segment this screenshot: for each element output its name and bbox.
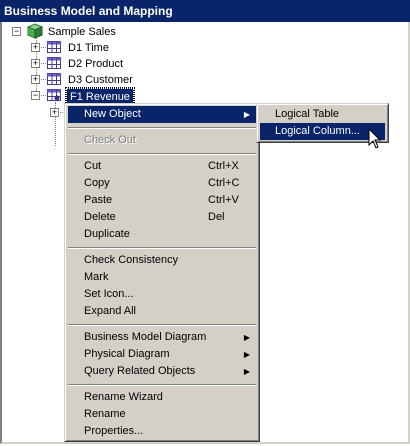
menu-item-copy[interactable]: Copy Ctrl+C: [68, 175, 256, 192]
menu-item-logical-column[interactable]: Logical Column...: [260, 123, 385, 140]
menu-item-label: Copy: [84, 177, 110, 189]
menu-item-check-consistency[interactable]: Check Consistency: [68, 252, 256, 269]
menu-item-label: Business Model Diagram: [84, 331, 207, 343]
menu-item-rename[interactable]: Rename: [68, 406, 256, 423]
mouse-cursor-icon: [368, 128, 382, 149]
table-icon: [47, 41, 61, 53]
menu-shortcut: Del: [208, 211, 225, 223]
tree-item-d2-product[interactable]: D2 Product: [68, 56, 123, 72]
tree-item-d1-time[interactable]: D1 Time: [68, 40, 109, 56]
menu-item-new-object[interactable]: New Object ▶: [68, 106, 256, 123]
menu-item-set-icon[interactable]: Set Icon...: [68, 286, 256, 303]
menu-item-cut[interactable]: Cut Ctrl+X: [68, 158, 256, 175]
menu-item-duplicate[interactable]: Duplicate: [68, 226, 256, 243]
menu-item-rename-wizard[interactable]: Rename Wizard: [68, 389, 256, 406]
menu-item-properties[interactable]: Properties...: [68, 423, 256, 440]
menu-item-query-related-objects[interactable]: Query Related Objects ▶: [68, 363, 256, 380]
menu-item-label: Check Out: [84, 134, 136, 146]
menu-shortcut: Ctrl+C: [208, 177, 240, 189]
table-icon: [47, 57, 61, 69]
d2-expander[interactable]: +: [31, 59, 40, 68]
tree-item-d3-customer[interactable]: D3 Customer: [68, 72, 133, 88]
menu-separator: [68, 384, 256, 386]
menu-item-label: New Object: [84, 108, 141, 120]
submenu-arrow-icon: ▶: [243, 350, 250, 359]
f1-expander[interactable]: −: [31, 91, 40, 100]
cube-icon: [27, 23, 43, 39]
table-icon: [47, 73, 61, 85]
menu-item-label: Properties...: [84, 425, 144, 437]
menu-item-logical-table-source[interactable]: Logical Table Source...: [260, 106, 385, 137]
menu-item-delete[interactable]: Delete Del: [68, 209, 256, 226]
menu-item-label: Rename: [84, 408, 126, 420]
menu-separator: [68, 153, 256, 155]
context-menu: New Object ▶ Check Out Cut Ctrl+X Copy C…: [64, 103, 260, 442]
panel-title: Business Model and Mapping: [0, 0, 410, 22]
menu-shortcut: Ctrl+X: [208, 160, 239, 172]
menu-item-label: Cut: [84, 160, 102, 172]
menu-shortcut: Ctrl+V: [208, 194, 239, 206]
root-expander[interactable]: −: [12, 27, 21, 36]
menu-item-label: Logical Column...: [275, 125, 360, 137]
child-expander[interactable]: +: [50, 108, 59, 117]
menu-item-label: Delete: [84, 211, 116, 223]
menu-item-business-model-diagram[interactable]: Business Model Diagram ▶: [68, 329, 256, 346]
menu-item-label: Rename Wizard: [84, 391, 163, 403]
menu-separator: [68, 127, 256, 129]
menu-item-label: Mark: [84, 271, 109, 283]
submenu-arrow-icon: ▶: [243, 110, 250, 119]
menu-separator: [68, 247, 256, 249]
tree-root-label[interactable]: Sample Sales: [48, 24, 116, 40]
menu-item-mark[interactable]: Mark: [68, 269, 256, 286]
menu-item-label: Paste: [84, 194, 113, 206]
fact-table-icon: [47, 89, 61, 101]
d3-expander[interactable]: +: [31, 75, 40, 84]
submenu-arrow-icon: ▶: [243, 333, 250, 342]
menu-item-label: Check Consistency: [84, 254, 179, 266]
menu-item-label: Set Icon...: [84, 288, 134, 300]
menu-separator: [68, 324, 256, 326]
menu-item-label: Expand All: [84, 305, 136, 317]
menu-item-check-out: Check Out: [68, 132, 256, 149]
menu-item-label: Query Related Objects: [84, 365, 196, 377]
d1-expander[interactable]: +: [31, 43, 40, 52]
menu-item-label: Physical Diagram: [84, 348, 170, 360]
submenu-arrow-icon: ▶: [243, 367, 250, 376]
menu-item-label: Duplicate: [84, 228, 130, 240]
menu-item-expand-all[interactable]: Expand All: [68, 303, 256, 320]
menu-item-paste[interactable]: Paste Ctrl+V: [68, 192, 256, 209]
menu-item-physical-diagram[interactable]: Physical Diagram ▶: [68, 346, 256, 363]
